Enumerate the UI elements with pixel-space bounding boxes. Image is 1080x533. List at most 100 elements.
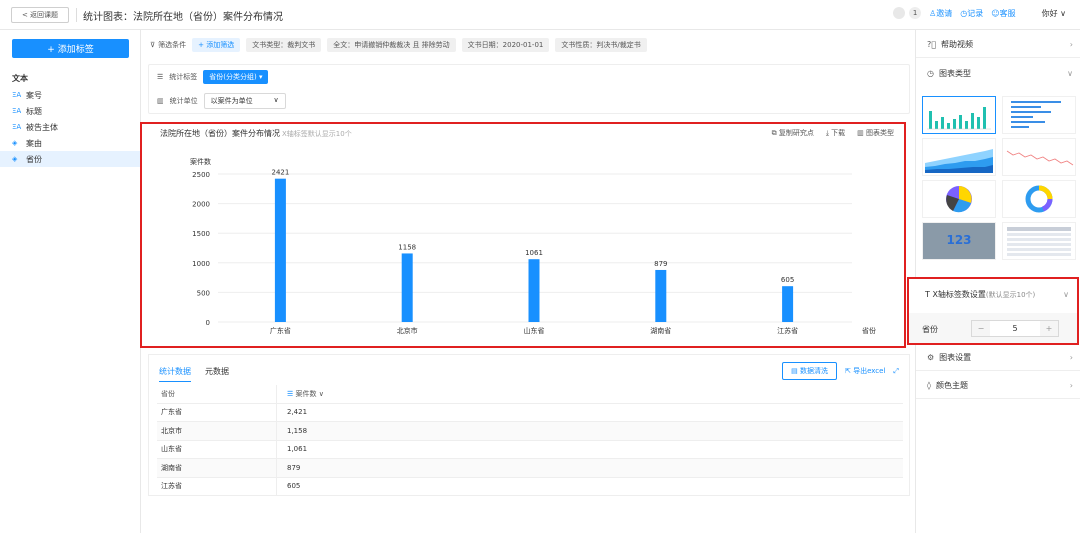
- text-field-icon: ΞA: [12, 107, 22, 115]
- increment-button[interactable]: +: [1040, 321, 1058, 336]
- thumb-horizontal-bar[interactable]: [1002, 96, 1076, 134]
- export-icon: ⇱: [844, 367, 854, 375]
- service-link[interactable]: ☺客服: [991, 8, 1015, 19]
- page-title: 统计图表：法院所在地（省份）案件分布情况: [83, 12, 283, 23]
- xlabel-title-text: X轴标签数设置: [932, 290, 986, 299]
- bar-chart-icon: ▥: [157, 97, 164, 105]
- stat-unit-value: 以案件为单位: [210, 97, 253, 105]
- filter-chip-date[interactable]: 文书日期：2020-01-01: [461, 38, 550, 52]
- bar-chart-icon: [927, 107, 991, 130]
- clock-icon: ◷: [927, 68, 934, 78]
- sidebar-item-label: 案号: [26, 90, 42, 100]
- sidebar-section-title: 文本: [12, 74, 28, 83]
- xlabel-setting-title[interactable]: T X轴标签数设置(默认显示10个): [925, 289, 1035, 300]
- sidebar-item-label: 省份: [26, 154, 42, 164]
- chat-icon: ☺: [991, 8, 1000, 18]
- bar: [274, 178, 286, 322]
- chevron-down-icon[interactable]: ∨: [1063, 290, 1069, 299]
- tab-stat-data[interactable]: 统计数据: [159, 366, 191, 382]
- user-menu[interactable]: 你好 ∨: [1042, 8, 1066, 19]
- bar: [782, 286, 794, 322]
- export-excel-label: 导出excel: [853, 367, 886, 375]
- thumb-number-card[interactable]: 123: [922, 222, 996, 260]
- clean-icon: ▤: [791, 367, 800, 375]
- data-label: 1061: [525, 249, 543, 257]
- table-icon: [1007, 227, 1071, 256]
- stat-tag-row: ☰ 统计标签 省份(分类分组) ▾: [157, 70, 269, 84]
- help-video-item[interactable]: ?⃝ 帮助视频 ›: [916, 32, 1080, 58]
- donut-chart-icon: [1025, 185, 1053, 213]
- chevron-right-icon: ›: [1069, 381, 1073, 390]
- thumb-pie-chart[interactable]: [922, 180, 996, 218]
- color-theme-label: 颜色主题: [935, 381, 968, 390]
- add-filter-button[interactable]: + 添加筛选: [192, 38, 241, 52]
- add-tag-button[interactable]: + 添加标签: [12, 39, 129, 58]
- divider: [76, 8, 77, 22]
- sidebar-item-defendant[interactable]: ΞA 被告主体: [0, 119, 140, 135]
- notification-icon[interactable]: [893, 7, 906, 19]
- tab-metadata[interactable]: 元数据: [205, 366, 229, 382]
- data-tabs: 统计数据 元数据: [159, 366, 229, 382]
- text-field-icon: ΞA: [12, 123, 22, 131]
- number-card-value: 123: [946, 233, 972, 247]
- table-cell: 广东省: [157, 403, 277, 421]
- thumb-donut-chart[interactable]: [1002, 180, 1076, 218]
- xlabel-field-label: 省份: [922, 325, 938, 334]
- thumb-bar-chart[interactable]: [922, 96, 996, 134]
- top-actions: 1 ♙邀请 ◷记录 ☺客服 你好 ∨: [893, 7, 1066, 19]
- gear-icon: ⚙: [927, 353, 935, 362]
- line-chart-icon: [1006, 150, 1074, 166]
- stat-tag-label: 统计标签: [169, 73, 198, 81]
- back-button[interactable]: < 返回课题: [11, 7, 69, 23]
- data-label: 2421: [271, 169, 289, 177]
- xlabel-count-value[interactable]: 5: [990, 324, 1040, 333]
- export-excel-link[interactable]: ⇱ 导出excel: [845, 366, 885, 376]
- y-tick-label: 1000: [192, 260, 210, 268]
- table-header: 省份 ☰ 案件数 ∨: [157, 385, 903, 404]
- xlabel-hint: (默认显示10个): [985, 291, 1036, 299]
- y-axis-label: 案件数: [190, 157, 211, 166]
- sidebar-item-province[interactable]: ◈ 省份: [0, 151, 140, 167]
- invite-link[interactable]: ♙邀请: [929, 8, 952, 19]
- x-tick-label: 北京市: [397, 326, 418, 335]
- chart-type-item[interactable]: ◷ 图表类型 ∨: [916, 60, 1080, 86]
- table-row: 广东省 2,421: [157, 403, 903, 422]
- table-cell: 1,158: [287, 426, 308, 435]
- chart-type-grid: 123: [922, 96, 1076, 260]
- thumb-table[interactable]: [1002, 222, 1076, 260]
- chevron-right-icon: ›: [1069, 40, 1073, 49]
- chart-panel: 法院所在地（省份）案件分布情况 X轴标签默认显示10个 ⧉ 复制研究点 ⤓ 下载 …: [140, 122, 906, 348]
- record-label: 记录: [967, 8, 984, 18]
- filter-chip-nature[interactable]: 文书性质：判决书/裁定书: [555, 38, 647, 52]
- column-header-count[interactable]: ☰ 案件数 ∨: [277, 389, 324, 399]
- data-clean-button[interactable]: ▤ 数据清洗: [782, 362, 837, 380]
- filter-chip-doc-type[interactable]: 文书类型：裁判文书: [246, 38, 322, 52]
- thumb-line-chart[interactable]: [1002, 138, 1076, 176]
- help-video-label: 帮助视频: [941, 40, 974, 49]
- sidebar-list: ΞA 案号 ΞA 标题 ΞA 被告主体 ◈ 案由 ◈ 省份: [0, 87, 140, 167]
- data-table: 省份 ☰ 案件数 ∨ 广东省 2,421 北京市 1,158 山东省 1,061 湖南…: [157, 385, 903, 496]
- table-cell: 山东省: [157, 440, 277, 458]
- color-theme-item[interactable]: ◊ 颜色主题 ›: [916, 373, 1080, 399]
- stat-unit-select[interactable]: 以案件为单位 ∨: [203, 93, 286, 109]
- table-cell: 北京市: [157, 422, 277, 440]
- sidebar-item-cause[interactable]: ◈ 案由: [0, 135, 140, 151]
- chart-type-section-label: 图表类型: [938, 68, 971, 78]
- thumb-area-chart[interactable]: [922, 138, 996, 176]
- x-tick-label: 湖南省: [650, 326, 671, 335]
- area-chart-icon: [925, 149, 993, 173]
- table-cell: 605: [287, 482, 301, 491]
- chart-settings-item[interactable]: ⚙ 图表设置 ›: [916, 345, 1080, 371]
- y-tick-label: 2000: [192, 201, 210, 209]
- fullscreen-icon[interactable]: ⤢: [893, 367, 899, 376]
- data-panel: 统计数据 元数据 ▤ 数据清洗 ⇱ 导出excel ⤢ 省份 ☰ 案件数 ∨ 广…: [148, 354, 910, 496]
- filter-chip-fulltext[interactable]: 全文：申请撤销仲裁裁决 且 排除劳动: [327, 38, 456, 52]
- data-tools: ▤ 数据清洗 ⇱ 导出excel ⤢: [782, 362, 899, 380]
- stat-tag-pill[interactable]: 省份(分类分组) ▾: [203, 70, 269, 84]
- decrement-button[interactable]: −: [972, 321, 990, 336]
- filter-bar: ⊽ 筛选条件 + 添加筛选 文书类型：裁判文书 全文：申请撤销仲裁裁决 且 排除劳…: [150, 35, 910, 55]
- sidebar-item-title[interactable]: ΞA 标题: [0, 103, 140, 119]
- record-link[interactable]: ◷记录: [960, 8, 983, 19]
- filter-label-text: 筛选条件: [158, 41, 187, 49]
- sidebar-item-case-number[interactable]: ΞA 案号: [0, 87, 140, 103]
